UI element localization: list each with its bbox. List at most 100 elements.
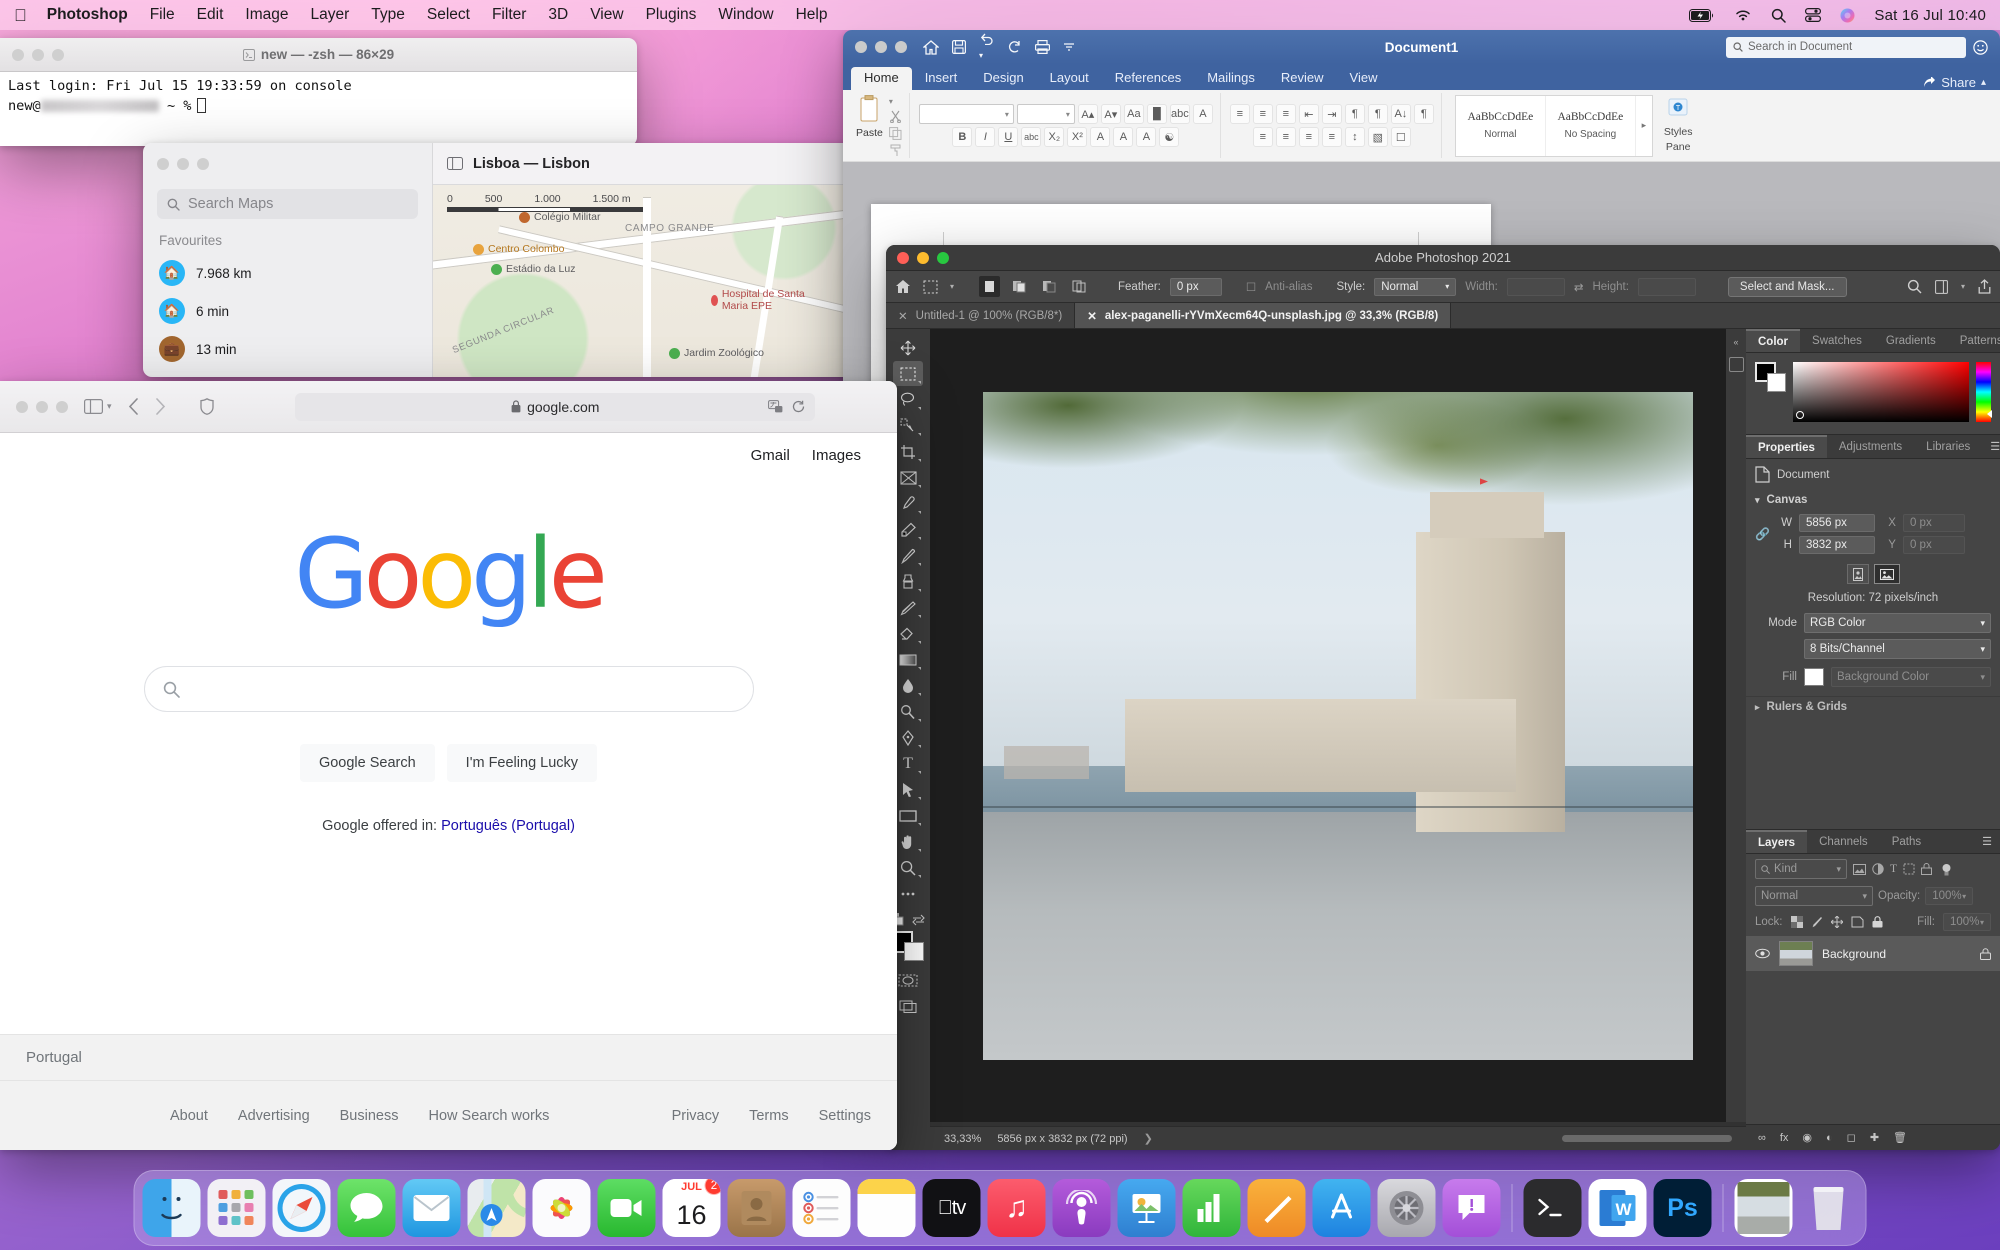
tab-color[interactable]: Color [1746, 329, 1801, 352]
dock-item-numbers[interactable] [1182, 1179, 1241, 1237]
align-left-button[interactable]: ≡ [1252, 127, 1273, 147]
wifi-icon[interactable] [1734, 9, 1752, 22]
terminal-body[interactable]: Last login: Fri Jul 15 19:33:59 on conso… [0, 72, 637, 146]
add-mask-icon[interactable]: ◉ [1802, 1131, 1812, 1144]
dock-item-image-thumbnail[interactable] [1734, 1179, 1793, 1237]
lock-image-icon[interactable] [1811, 916, 1823, 928]
dock-item-safari[interactable] [272, 1179, 331, 1237]
move-tool-icon[interactable] [893, 335, 923, 360]
lock-position-icon[interactable] [1830, 916, 1843, 928]
menu-item-window[interactable]: Window [718, 6, 773, 24]
hand-tool-icon[interactable] [893, 829, 923, 854]
rectangle-tool-icon[interactable] [893, 803, 923, 828]
chevron-down-icon[interactable]: ▾ [1961, 282, 1965, 291]
line-spacing-button[interactable]: ↕ [1344, 127, 1365, 147]
underline-button[interactable]: U [998, 127, 1019, 147]
subtract-from-selection-icon[interactable] [1039, 276, 1060, 297]
add-to-selection-icon[interactable] [1009, 276, 1030, 297]
map-poi[interactable]: Hospital de Santa Maria EPE [711, 288, 806, 312]
battery-charging-icon[interactable] [1689, 8, 1715, 22]
map-poi[interactable]: Jardim Zoológico [669, 347, 764, 359]
footer-terms-link[interactable]: Terms [749, 1108, 788, 1124]
footer-privacy-link[interactable]: Privacy [672, 1108, 720, 1124]
dock-item-finder[interactable] [142, 1179, 201, 1237]
offer-language-link[interactable]: Português (Portugal) [441, 818, 575, 834]
history-panel-icon[interactable] [1728, 357, 1744, 372]
tab-properties[interactable]: Properties [1746, 435, 1827, 458]
layer-kind-filter[interactable]: Kind ▾ [1755, 859, 1847, 879]
expand-panels-icon[interactable]: « [1726, 329, 1746, 347]
align-center-button[interactable]: ≡ [1275, 127, 1296, 147]
close-button[interactable] [16, 400, 28, 413]
maps-window[interactable]: Search Maps Favourites 🏠 7.968 km 🏠 6 mi… [143, 143, 883, 377]
ltr-button[interactable]: ¶ [1344, 104, 1365, 124]
background-color-swatch[interactable] [904, 942, 924, 961]
numbered-list-button[interactable]: ≡ [1252, 104, 1273, 124]
multilevel-list-button[interactable]: ≡ [1275, 104, 1296, 124]
history-brush-tool-icon[interactable] [893, 595, 923, 620]
google-page[interactable]: Gmail Images Google Google Search I'm Fe… [0, 433, 897, 1150]
borders-button[interactable]: ☐ [1390, 127, 1411, 147]
screen-mode-icon[interactable] [893, 994, 923, 1019]
dock-item-photoshop[interactable]: Ps [1653, 1179, 1712, 1237]
color-field[interactable] [1793, 362, 1969, 422]
menu-item-plugins[interactable]: Plugins [646, 6, 697, 24]
maps-favourite-item[interactable]: 💼 13 min [143, 330, 432, 368]
dock-item-system-preferences[interactable] [1377, 1179, 1436, 1237]
height-input[interactable] [1637, 277, 1696, 296]
chevron-down-icon[interactable]: ▾ [889, 97, 902, 106]
control-center-icon[interactable] [1805, 8, 1822, 22]
eraser-tool-icon[interactable] [893, 621, 923, 646]
feather-input[interactable]: 0 px [1169, 277, 1222, 296]
maximize-button[interactable] [56, 400, 68, 413]
marquee-tool-preset-icon[interactable] [920, 276, 941, 297]
tab-swatches[interactable]: Swatches [1800, 329, 1874, 352]
landscape-orientation-button[interactable] [1873, 564, 1900, 584]
dock-item-podcasts[interactable] [1052, 1179, 1111, 1237]
dock-item-music[interactable]: ♫ [987, 1179, 1046, 1237]
dock-item-tv[interactable]: tv [922, 1179, 981, 1237]
menu-item-layer[interactable]: Layer [310, 6, 349, 24]
filter-image-icon[interactable] [1853, 863, 1866, 875]
crop-tool-icon[interactable] [893, 439, 923, 464]
brush-tool-icon[interactable] [893, 543, 923, 568]
text-shading-button[interactable]: A [1136, 127, 1157, 147]
filter-shape-icon[interactable] [1903, 863, 1915, 875]
tab-adjustments[interactable]: Adjustments [1827, 435, 1914, 458]
photoshop-canvas[interactable] [930, 329, 1746, 1122]
map-poi[interactable]: Colégio Militar [519, 211, 601, 223]
tab-review[interactable]: Review [1268, 67, 1337, 90]
dock-item-maps[interactable] [467, 1179, 526, 1237]
map-poi[interactable]: Centro Colombo [473, 243, 564, 255]
dock-item-trash[interactable] [1800, 1179, 1858, 1237]
minimize-button[interactable] [36, 400, 48, 413]
delete-layer-icon[interactable]: 🗑 [1893, 1131, 1907, 1144]
lasso-tool-icon[interactable] [893, 387, 923, 412]
tab-libraries[interactable]: Libraries [1914, 435, 1982, 458]
decrease-indent-button[interactable]: ⇤ [1298, 104, 1319, 124]
dock-item-facetime[interactable] [597, 1179, 656, 1237]
tab-home[interactable]: Home [851, 67, 912, 90]
dock-item-notes[interactable] [857, 1179, 916, 1237]
dock-item-calendar[interactable]: JUL 16 2 [662, 1179, 721, 1237]
siri-icon[interactable] [1840, 8, 1855, 23]
dock-item-keynote[interactable] [1117, 1179, 1176, 1237]
style-normal[interactable]: AaBbCcDdEe Normal [1456, 95, 1546, 156]
dock-item-pages[interactable] [1247, 1179, 1306, 1237]
menu-item-file[interactable]: File [150, 6, 175, 24]
superscript-button[interactable]: X² [1067, 127, 1088, 147]
maps-canvas[interactable]: 0 500 1.000 1.500 m Colégio Militar Cent… [433, 185, 883, 377]
layer-lock-icon[interactable] [1980, 947, 1991, 960]
pen-tool-icon[interactable] [893, 725, 923, 750]
align-right-button[interactable]: ≡ [1298, 127, 1319, 147]
photoshop-tab-unsplash[interactable]: ✕ alex-paganelli-rYVmXecm64Q-unsplash.jp… [1075, 303, 1452, 328]
menu-item-select[interactable]: Select [427, 6, 470, 24]
photoshop-tab-untitled[interactable]: ✕ Untitled-1 @ 100% (RGB/8*) [886, 303, 1076, 328]
chevron-up-icon[interactable]: ▴ [1981, 77, 1986, 88]
chevron-down-icon[interactable]: ▾ [950, 282, 954, 291]
adjustment-layer-icon[interactable]: ◐ [1826, 1132, 1833, 1144]
phonetic-guide-button[interactable]: ☯ [1159, 127, 1180, 147]
bit-depth-select[interactable]: 8 Bits/Channel ▾ [1804, 639, 1991, 659]
background-color[interactable] [1767, 373, 1786, 392]
menu-item-view[interactable]: View [590, 6, 623, 24]
